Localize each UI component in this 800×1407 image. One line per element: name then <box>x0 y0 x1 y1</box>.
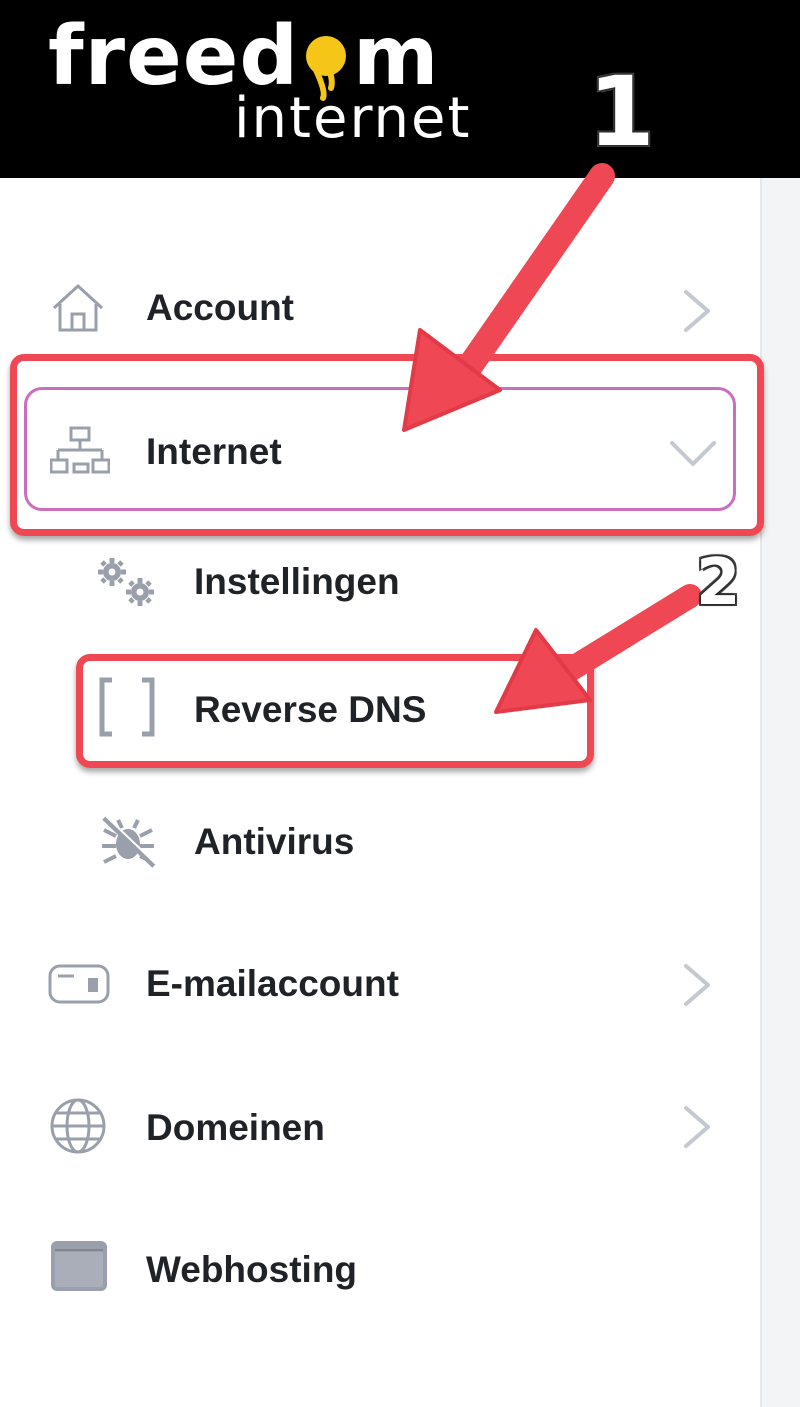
step-badge-1: 1 <box>588 56 655 168</box>
arrow-step-1 <box>402 163 615 432</box>
step-badge-2: 2 <box>696 546 741 620</box>
callout-arrows <box>402 163 702 714</box>
arrow-step-2 <box>494 584 702 714</box>
